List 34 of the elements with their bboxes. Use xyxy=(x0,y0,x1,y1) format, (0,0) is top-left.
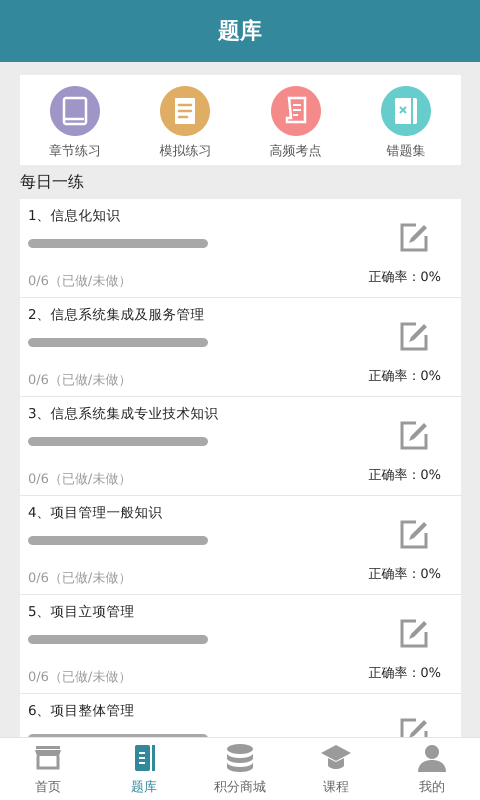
progress-count: 0/6（已做/未做） xyxy=(28,570,132,587)
exercise-title[interactable]: 2、信息系统集成及服务管理 xyxy=(28,306,351,324)
edit-icon[interactable] xyxy=(399,223,429,253)
shortcut-button[interactable]: 高频考点 xyxy=(240,85,351,161)
page-title: 题库 xyxy=(218,18,262,46)
shortcut-button[interactable]: 错题集 xyxy=(350,85,461,161)
exercise-title[interactable]: 3、信息系统集成专业技术知识 xyxy=(28,405,351,423)
exercise-title[interactable]: 4、项目管理一般知识 xyxy=(28,504,351,522)
nav-tab[interactable]: 积分商城 xyxy=(192,738,288,800)
exercise-title[interactable]: 1、信息化知识 xyxy=(28,207,351,225)
progress-count: 0/6（已做/未做） xyxy=(28,669,132,686)
edit-icon[interactable] xyxy=(399,520,429,550)
exercise-title[interactable]: 5、项目立项管理 xyxy=(28,603,351,621)
progress-count: 0/6（已做/未做） xyxy=(28,273,132,290)
coin-stack-icon xyxy=(224,742,256,774)
nav-tab[interactable]: 题库 xyxy=(96,738,192,800)
progress-count: 0/6（已做/未做） xyxy=(28,471,132,488)
person-icon xyxy=(416,742,448,774)
section-title: 每日一练 xyxy=(20,172,84,192)
edit-icon[interactable] xyxy=(399,619,429,649)
edit-icon[interactable] xyxy=(399,421,429,451)
accuracy-rate: 正确率：0% xyxy=(368,269,441,286)
accuracy-rate: 正确率：0% xyxy=(368,368,441,385)
shortcut-button[interactable]: 模拟练习 xyxy=(130,85,240,161)
accuracy-rate: 正确率：0% xyxy=(368,467,441,484)
nav-tab[interactable]: 课程 xyxy=(288,738,384,800)
edit-icon[interactable] xyxy=(399,322,429,352)
nav-tab[interactable]: 我的 xyxy=(384,738,480,800)
shortcut-button[interactable]: 章节练习 xyxy=(20,85,130,161)
exercise-title[interactable]: 6、项目整体管理 xyxy=(28,702,351,720)
accuracy-rate: 正确率：0% xyxy=(368,665,441,682)
accuracy-rate: 正确率：0% xyxy=(368,566,441,583)
nav-tab[interactable]: 首页 xyxy=(0,738,96,800)
progress-count: 0/6（已做/未做） xyxy=(28,372,132,389)
